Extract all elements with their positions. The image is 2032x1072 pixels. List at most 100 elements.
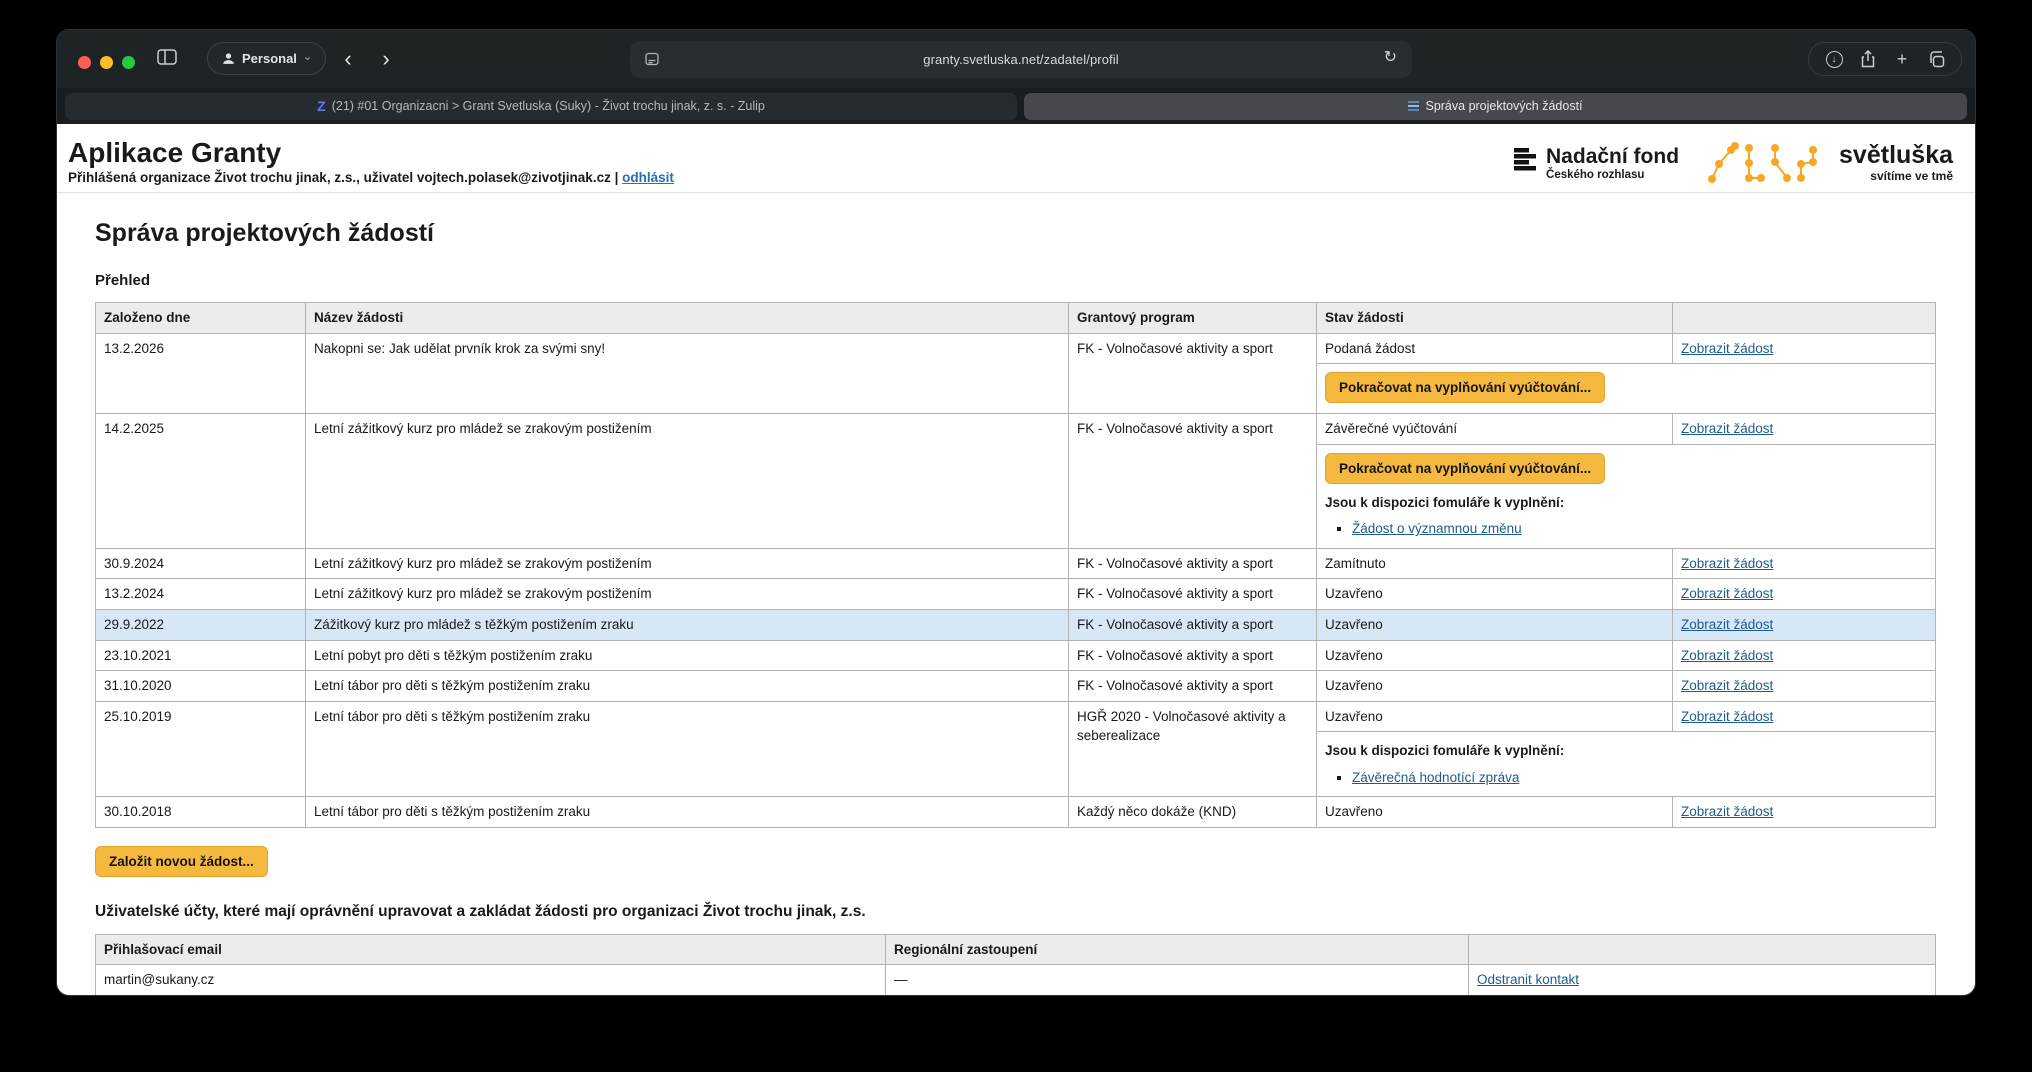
- remove-contact-link[interactable]: Odstranit kontakt: [1477, 972, 1579, 987]
- minimize-window-button[interactable]: [100, 56, 113, 69]
- grant-date: 31.10.2020: [96, 671, 306, 702]
- grant-date: 23.10.2021: [96, 640, 306, 671]
- grant-date: 29.9.2022: [96, 609, 306, 640]
- url-text: granty.svetluska.net/zadatel/profil: [630, 52, 1412, 67]
- forward-button[interactable]: ›: [367, 42, 405, 75]
- login-status-text: Přihlášená organizace Život trochu jinak…: [68, 170, 618, 185]
- grant-program: FK - Volnočasové aktivity a sport: [1069, 579, 1317, 610]
- tab-zulip[interactable]: Z (21) #01 Organizacni > Grant Svetluska…: [65, 93, 1017, 120]
- column-header: [1673, 303, 1935, 333]
- reload-button[interactable]: ↻: [1378, 46, 1403, 68]
- accounts-table: Přihlašovací emailRegionální zastoupením…: [95, 934, 1936, 995]
- grant-status-cell: Uzavřeno Zobrazit žádost: [1317, 797, 1936, 828]
- grant-row: 30.10.2018Letní tábor pro děti s těžkým …: [96, 797, 1936, 828]
- close-window-button[interactable]: [78, 56, 91, 69]
- grant-row: 25.10.2019Letní tábor pro děti s těžkým …: [96, 701, 1936, 797]
- window-controls: [78, 56, 135, 69]
- accounts-header-row: Přihlašovací emailRegionální zastoupení: [96, 934, 1936, 965]
- grants-header-row: Založeno dneNázev žádostiGrantový progra…: [96, 303, 1936, 334]
- view-request-link[interactable]: Zobrazit žádost: [1681, 804, 1773, 819]
- grant-status-cell: ZamítnutoZobrazit žádost: [1317, 548, 1936, 579]
- grant-row: 29.9.2022Zážitkový kurz pro mládež s těž…: [96, 609, 1936, 640]
- grant-row: 14.2.2025Letní zážitkový kurz pro mládež…: [96, 414, 1936, 549]
- grant-program: Každý něco dokáže (KND): [1069, 797, 1317, 828]
- view-request-link[interactable]: Zobrazit žádost: [1681, 341, 1773, 356]
- grant-row: 23.10.2021Letní pobyt pro děti s těžkým …: [96, 640, 1936, 671]
- form-link[interactable]: Závěrečná hodnotící zpráva: [1352, 770, 1519, 785]
- tab-overview-button[interactable]: [1921, 45, 1951, 73]
- form-link[interactable]: Žádost o významnou změnu: [1352, 521, 1522, 536]
- main-content: Správa projektových žádostí Přehled Zalo…: [57, 219, 1975, 995]
- new-tab-button[interactable]: +: [1887, 45, 1917, 73]
- grant-name: Letní zážitkový kurz pro mládež se zrako…: [306, 414, 1069, 549]
- grants-table: Založeno dneNázev žádostiGrantový progra…: [95, 302, 1936, 828]
- new-request-button[interactable]: Založit novou žádost...: [95, 846, 268, 877]
- grant-date: 30.9.2024: [96, 548, 306, 579]
- downloads-button[interactable]: ↓: [1819, 45, 1849, 73]
- view-request-link[interactable]: Zobrazit žádost: [1681, 678, 1773, 693]
- nav-buttons: ‹ ›: [329, 42, 405, 75]
- continue-accounting-button[interactable]: Pokračovat na vyplňování vyúčtování...: [1325, 372, 1605, 403]
- grant-name: Letní tábor pro děti s těžkým postižením…: [306, 797, 1069, 828]
- grant-status-cell: Uzavřeno Zobrazit žádost: [1317, 640, 1936, 671]
- grant-date: 13.2.2026: [96, 333, 306, 414]
- logout-link[interactable]: odhlásit: [622, 170, 674, 185]
- continue-accounting-button[interactable]: Pokračovat na vyplňování vyúčtování...: [1325, 453, 1605, 484]
- tab-sprava-zadosti[interactable]: Správa projektových žádostí: [1024, 93, 1967, 120]
- app-title: Aplikace Granty: [68, 138, 674, 167]
- share-button[interactable]: [1853, 45, 1883, 73]
- grant-status: Uzavřeno: [1317, 610, 1673, 640]
- accounts-heading: Uživatelské účty, které mají oprávnění u…: [95, 903, 1935, 921]
- account-row: martin@sukany.cz—Odstranit kontakt: [96, 965, 1936, 995]
- grant-date: 14.2.2025: [96, 414, 306, 549]
- grant-extras: Jsou k dispozici fomuláře k vyplnění:Záv…: [1317, 731, 1935, 796]
- grant-name: Nakopni se: Jak udělat prvník krok za sv…: [306, 333, 1069, 414]
- view-request-link[interactable]: Zobrazit žádost: [1681, 421, 1773, 436]
- grant-row: 31.10.2020Letní tábor pro děti s těžkým …: [96, 671, 1936, 702]
- firefly-constellation-icon: [1705, 140, 1825, 186]
- sv-title: světluška: [1839, 143, 1953, 168]
- account-email: martin@sukany.cz: [96, 965, 886, 995]
- site-header: Aplikace Granty Přihlášená organizace Ži…: [57, 124, 1975, 193]
- person-icon: [221, 51, 236, 66]
- column-header: Regionální zastoupení: [886, 934, 1469, 965]
- grant-status-cell: Závěrečné vyúčtování Zobrazit žádost Pokra…: [1317, 414, 1936, 549]
- grant-status: Uzavřeno: [1317, 641, 1673, 671]
- grant-date: 30.10.2018: [96, 797, 306, 828]
- grant-name: Letní tábor pro děti s těžkým postižením…: [306, 701, 1069, 797]
- browser-titlebar: Personal ⌄ ‹ › granty.svetluska.net/zada…: [57, 30, 1975, 88]
- radio-bars-icon: [1514, 146, 1538, 174]
- view-request-link[interactable]: Zobrazit žádost: [1681, 617, 1773, 632]
- nf-title: Nadační fond: [1546, 146, 1679, 167]
- view-request-link[interactable]: Zobrazit žádost: [1681, 556, 1773, 571]
- back-button[interactable]: ‹: [329, 42, 367, 75]
- profile-menu-button[interactable]: Personal ⌄: [207, 42, 326, 75]
- zoom-window-button[interactable]: [122, 56, 135, 69]
- tab-bar: Z (21) #01 Organizacni > Grant Svetluska…: [57, 88, 1975, 124]
- toolbar-right: ↓ +: [1808, 42, 1962, 76]
- site-favicon-icon: [1408, 101, 1419, 111]
- column-header-group: Stav žádosti: [1317, 303, 1936, 334]
- tabs-icon: [1927, 50, 1946, 69]
- overview-heading: Přehled: [95, 272, 1935, 289]
- tab-label: (21) #01 Organizacni > Grant Svetluska (…: [332, 99, 765, 113]
- grant-program: FK - Volnočasové aktivity a sport: [1069, 548, 1317, 579]
- grant-program: FK - Volnočasové aktivity a sport: [1069, 640, 1317, 671]
- forms-available-label: Jsou k dispozici fomuláře k vyplnění:: [1325, 493, 1927, 513]
- column-header: Přihlašovací email: [96, 934, 886, 965]
- grant-status: Závěrečné vyúčtování: [1317, 414, 1673, 444]
- page-settings-icon[interactable]: [643, 50, 661, 68]
- sidebar-toggle-button[interactable]: [152, 44, 182, 70]
- grant-name: Letní tábor pro děti s těžkým postižením…: [306, 671, 1069, 702]
- view-request-link[interactable]: Zobrazit žádost: [1681, 648, 1773, 663]
- view-request-link[interactable]: Zobrazit žádost: [1681, 586, 1773, 601]
- grant-program: FK - Volnočasové aktivity a sport: [1069, 609, 1317, 640]
- address-bar[interactable]: granty.svetluska.net/zadatel/profil ↻: [630, 41, 1412, 78]
- view-request-link[interactable]: Zobrazit žádost: [1681, 709, 1773, 724]
- grant-status-cell: UzavřenoZobrazit žádostJsou k dispozici …: [1317, 701, 1936, 797]
- grant-status: Uzavřeno: [1317, 797, 1673, 827]
- web-page: Aplikace Granty Přihlášená organizace Ži…: [57, 124, 1975, 995]
- column-header: Stav žádosti: [1317, 303, 1673, 333]
- chevron-down-icon: ⌄: [303, 50, 312, 63]
- grant-status-cell: Podaná žádostZobrazit žádostPokračovat n…: [1317, 333, 1936, 414]
